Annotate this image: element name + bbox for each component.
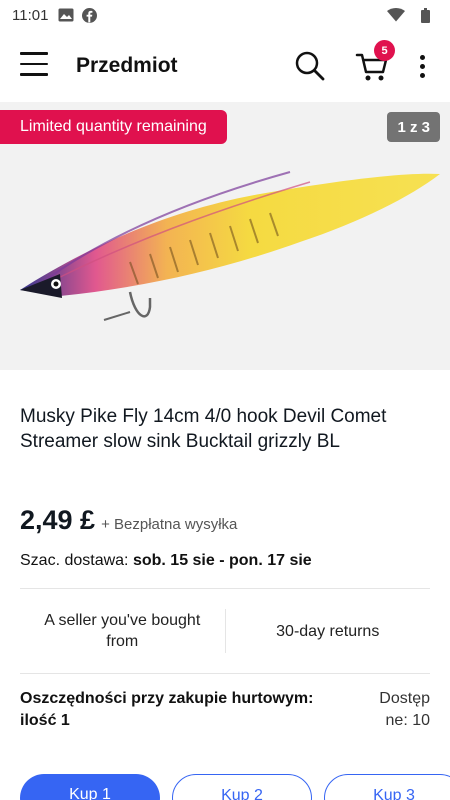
- image-icon: [58, 8, 74, 22]
- delivery-estimate: Szac. dostawa: sob. 15 sie - pon. 17 sie: [20, 552, 312, 570]
- buy-1-button[interactable]: Kup 1: [20, 774, 160, 800]
- item-title: Musky Pike Fly 14cm 4/0 hook Devil Comet…: [20, 406, 387, 452]
- product-image-carousel[interactable]: Limited quantity remaining 1 z 3: [0, 102, 450, 370]
- status-bar: 11:01: [0, 0, 450, 30]
- facebook-icon: [82, 7, 98, 23]
- bulk-savings-title: Oszczędności przy zakupie hurtowym: iloś…: [20, 690, 314, 729]
- image-page-counter: 1 z 3: [387, 112, 440, 142]
- delivery-dates: sob. 15 sie - pon. 17 sie: [132, 552, 312, 569]
- status-time: 11:01: [12, 6, 49, 24]
- buy-3-button[interactable]: Kup 3: [324, 774, 450, 800]
- price-row: 2,49 £ + Bezpłatna wysyłka: [20, 505, 237, 536]
- availability-count: Dostępne: 10: [379, 690, 430, 729]
- seller-trust-note: A seller you've bought from: [44, 612, 201, 650]
- trust-signals: A seller you've bought from 30-day retur…: [20, 588, 430, 674]
- shipping-info: + Bezpłatna wysyłka: [101, 516, 238, 533]
- bulk-buy-options: Kup 1 Kup 2 Kup 3: [20, 774, 450, 800]
- buy-2-button[interactable]: Kup 2: [172, 774, 312, 800]
- more-vert-icon[interactable]: [414, 50, 430, 82]
- cart-count-badge: 5: [374, 40, 395, 61]
- page-title: Przedmiot: [76, 54, 178, 77]
- search-icon[interactable]: [294, 50, 326, 82]
- menu-icon[interactable]: [20, 52, 48, 80]
- returns-note: 30-day returns: [276, 622, 380, 640]
- wifi-icon: [387, 8, 405, 22]
- limited-quantity-badge: Limited quantity remaining: [0, 110, 227, 144]
- delivery-label: Szac. dostawa:: [20, 552, 129, 569]
- battery-icon: [421, 7, 430, 23]
- item-price: 2,49 £: [20, 505, 96, 535]
- bulk-savings: Oszczędności przy zakupie hurtowym: iloś…: [20, 688, 430, 732]
